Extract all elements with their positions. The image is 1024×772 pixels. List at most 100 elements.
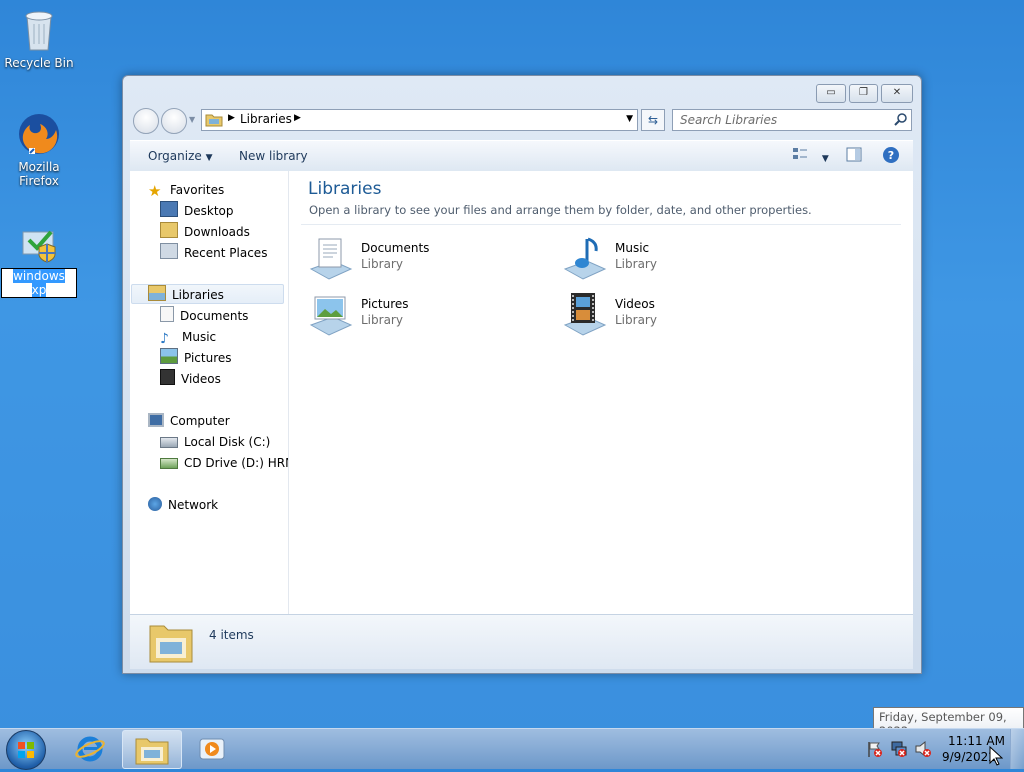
address-bar[interactable]: ▶ Libraries ▶ ▼ bbox=[201, 109, 638, 131]
pictures-library-icon bbox=[309, 296, 353, 336]
library-kind: Library bbox=[361, 313, 403, 327]
nav-favorites[interactable]: ★ Favorites bbox=[148, 180, 224, 200]
library-kind: Library bbox=[615, 313, 657, 327]
libraries-view: Libraries Open a library to see your fil… bbox=[289, 171, 913, 614]
content-area: ★ Favorites Desktop Downloads Recent Plac… bbox=[130, 171, 913, 614]
nav-label: CD Drive (D:) HRM_C bbox=[184, 456, 288, 470]
mouse-cursor-icon bbox=[989, 746, 1003, 766]
navigation-pane: ★ Favorites Desktop Downloads Recent Plac… bbox=[130, 171, 289, 614]
svg-text:?: ? bbox=[888, 149, 894, 162]
nav-label: Downloads bbox=[184, 225, 250, 239]
network-icon bbox=[148, 497, 162, 511]
view-icon bbox=[793, 148, 807, 159]
minimize-button[interactable]: ▭ bbox=[816, 84, 846, 103]
close-button[interactable]: ✕ bbox=[881, 84, 913, 103]
new-library-button[interactable]: New library bbox=[239, 149, 308, 163]
nav-music[interactable]: ♪ Music bbox=[160, 327, 216, 347]
taskbar-media-player[interactable] bbox=[183, 730, 241, 767]
library-kind: Library bbox=[615, 257, 657, 271]
shortcut-icon bbox=[15, 218, 63, 266]
desktop-icon bbox=[160, 201, 178, 217]
recent-places-icon bbox=[160, 243, 178, 259]
page-subtitle: Open a library to see your files and arr… bbox=[309, 203, 812, 217]
libraries-folder-icon bbox=[149, 625, 193, 663]
documents-icon bbox=[160, 306, 174, 322]
pictures-icon bbox=[160, 348, 178, 364]
hard-drive-icon bbox=[160, 437, 178, 448]
nav-label: Network bbox=[168, 498, 219, 512]
desktop-icon-firefox[interactable]: Mozilla Firefox bbox=[1, 110, 77, 188]
nav-label: Recent Places bbox=[184, 246, 268, 260]
explorer-folder-icon bbox=[135, 738, 169, 765]
library-music[interactable]: Music Library bbox=[561, 233, 801, 281]
nav-recent-places[interactable]: Recent Places bbox=[160, 243, 267, 263]
library-name: Music bbox=[615, 241, 650, 255]
nav-libraries[interactable]: Libraries bbox=[131, 284, 284, 304]
libraries-folder-icon bbox=[205, 114, 223, 127]
nav-cd-drive[interactable]: CD Drive (D:) HRM_C bbox=[160, 453, 288, 473]
page-title: Libraries bbox=[308, 179, 382, 199]
details-pane: 4 items bbox=[130, 614, 913, 669]
breadcrumb-libraries[interactable]: Libraries bbox=[240, 112, 292, 126]
nav-network[interactable]: Network bbox=[148, 495, 218, 515]
maximize-button[interactable]: ❐ bbox=[849, 84, 878, 103]
library-name: Videos bbox=[615, 297, 655, 311]
search-box[interactable]: Search Libraries bbox=[672, 109, 912, 131]
nav-desktop[interactable]: Desktop bbox=[160, 201, 234, 221]
computer-icon bbox=[148, 413, 164, 427]
action-center-flag-icon[interactable] bbox=[866, 740, 884, 758]
nav-label: Libraries bbox=[172, 288, 224, 302]
preview-pane-button[interactable] bbox=[846, 147, 862, 165]
library-pictures[interactable]: Pictures Library bbox=[307, 289, 547, 337]
nav-label: Favorites bbox=[170, 183, 225, 197]
nav-label: Computer bbox=[170, 414, 230, 428]
search-input[interactable]: Search Libraries bbox=[680, 113, 777, 127]
help-button[interactable]: ? bbox=[882, 146, 900, 167]
nav-label: Videos bbox=[181, 372, 221, 386]
videos-library-icon bbox=[563, 293, 607, 336]
history-chevron-icon[interactable]: ▼ bbox=[189, 115, 195, 124]
explorer-window: ▭ ❐ ✕ ▼ ▶ Libraries ▶ ▼ ⇆ Search Librari… bbox=[122, 75, 922, 674]
address-dropdown-icon[interactable]: ▼ bbox=[626, 114, 633, 124]
nav-local-disk[interactable]: Local Disk (C:) bbox=[160, 432, 270, 452]
desktop-icon-recycle-bin[interactable]: Recycle Bin bbox=[1, 6, 77, 70]
desktop-icon-label: Mozilla Firefox bbox=[18, 160, 60, 188]
nav-documents[interactable]: Documents bbox=[160, 306, 248, 326]
desktop-icon-windows-xp[interactable]: windows xp bbox=[1, 218, 77, 298]
chevron-down-icon: ▼ bbox=[821, 154, 829, 164]
taskbar: 11:11 AM 9/9/2022 bbox=[0, 728, 1024, 770]
volume-muted-icon[interactable] bbox=[914, 740, 932, 758]
library-name: Pictures bbox=[361, 297, 409, 311]
change-view-button[interactable]: ▼ bbox=[792, 147, 829, 164]
library-name: Documents bbox=[361, 241, 430, 255]
divider bbox=[301, 224, 901, 225]
nav-label: Desktop bbox=[184, 204, 234, 218]
library-documents[interactable]: Documents Library bbox=[307, 233, 547, 281]
network-status-icon[interactable] bbox=[890, 740, 908, 758]
nav-pictures[interactable]: Pictures bbox=[160, 348, 232, 368]
taskbar-internet-explorer[interactable] bbox=[62, 730, 120, 767]
organize-button[interactable]: Organize ▼ bbox=[148, 149, 213, 163]
nav-computer[interactable]: Computer bbox=[148, 411, 230, 431]
refresh-button[interactable]: ⇆ bbox=[641, 109, 665, 131]
nav-videos[interactable]: Videos bbox=[160, 369, 221, 389]
forward-button[interactable] bbox=[161, 108, 187, 134]
rename-text: windows xp bbox=[13, 269, 65, 297]
recycle-bin-icon bbox=[15, 6, 63, 54]
show-desktop-button[interactable] bbox=[1010, 729, 1024, 769]
preview-pane-icon bbox=[846, 147, 862, 162]
search-icon[interactable] bbox=[894, 113, 907, 126]
navigation-bar: ▼ ▶ Libraries ▶ ▼ ⇆ Search Libraries bbox=[131, 107, 913, 135]
chevron-down-icon: ▼ bbox=[205, 153, 213, 163]
library-videos[interactable]: Videos Library bbox=[561, 289, 801, 337]
taskbar-windows-explorer[interactable] bbox=[122, 730, 182, 769]
back-button[interactable] bbox=[133, 108, 159, 134]
windows-logo-icon bbox=[18, 742, 34, 758]
desktop-icon-rename-field[interactable]: windows xp bbox=[1, 268, 77, 298]
breadcrumb-separator-icon[interactable]: ▶ bbox=[294, 113, 301, 123]
internet-explorer-icon bbox=[75, 736, 105, 762]
start-button[interactable] bbox=[6, 730, 46, 770]
documents-library-icon bbox=[309, 238, 353, 280]
nav-label: Music bbox=[182, 330, 217, 344]
nav-downloads[interactable]: Downloads bbox=[160, 222, 250, 242]
